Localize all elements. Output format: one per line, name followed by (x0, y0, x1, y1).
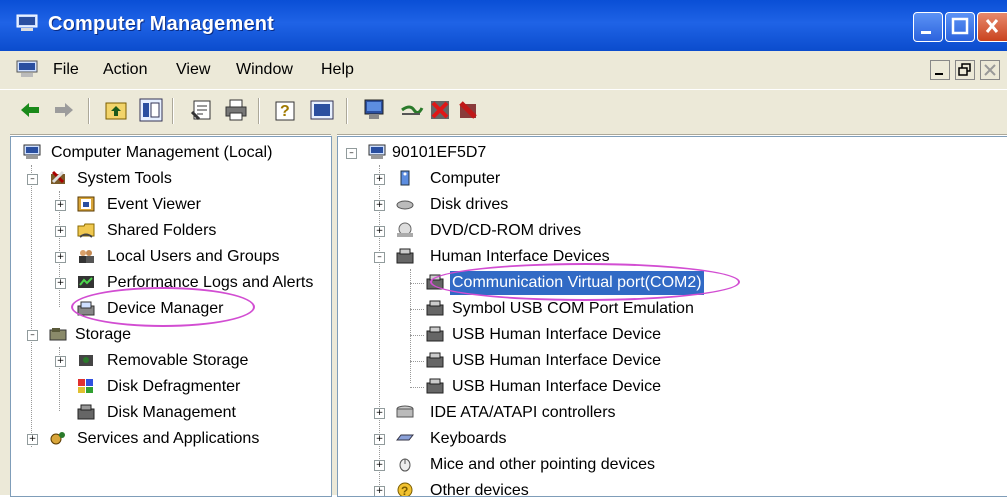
computer-management-icon (16, 14, 38, 31)
child-minimize-button[interactable] (930, 60, 950, 80)
computer-icon (368, 144, 386, 159)
dvd-drive-icon (397, 222, 413, 237)
keyboard-icon (396, 434, 414, 441)
expand-icon[interactable]: + (374, 226, 385, 237)
computer-management-icon (23, 144, 41, 159)
performance-logs-icon (78, 276, 94, 288)
hid-device-icon (426, 326, 444, 342)
expand-icon[interactable]: + (55, 252, 66, 263)
console-tree-pane: Computer Management (Local) – System Too… (10, 136, 332, 497)
expand-icon[interactable]: + (55, 356, 66, 367)
child-restore-button[interactable] (955, 60, 975, 80)
print-icon[interactable] (224, 98, 248, 122)
hid-icon (396, 248, 414, 264)
minimize-button[interactable] (913, 12, 943, 42)
window-title: Computer Management (48, 13, 275, 35)
computer-icon (400, 170, 410, 186)
collapse-icon[interactable]: – (27, 174, 38, 185)
up-level-icon[interactable] (104, 98, 128, 122)
hid-device-icon (426, 352, 444, 368)
disk-defragmenter-icon (78, 379, 93, 393)
expand-icon[interactable]: + (374, 200, 385, 211)
shared-folder-icon (77, 223, 95, 238)
child-close-button[interactable] (980, 60, 1000, 80)
disk-drive-icon (396, 200, 414, 210)
expand-icon[interactable]: + (55, 200, 66, 211)
expand-icon[interactable]: + (374, 486, 385, 496)
menu-bar: File Action View Window Help (0, 51, 1007, 89)
ide-controller-icon (396, 405, 414, 418)
expand-icon[interactable]: + (374, 460, 385, 471)
disk-management-icon (77, 404, 95, 420)
update-driver-icon[interactable] (400, 98, 424, 122)
expand-icon[interactable]: + (374, 434, 385, 445)
device-manager-highlight (71, 287, 255, 327)
close-button[interactable] (977, 12, 1007, 42)
menu-file[interactable]: File (53, 61, 79, 79)
uninstall-icon[interactable] (428, 98, 452, 122)
scan-hardware-icon[interactable] (362, 98, 386, 122)
system-tools-icon (51, 170, 65, 184)
menu-view[interactable]: View (176, 61, 210, 79)
expand-icon[interactable]: + (374, 408, 385, 419)
hid-device-icon (426, 378, 444, 394)
expand-icon[interactable]: + (55, 226, 66, 237)
title-bar[interactable]: Computer Management (0, 0, 1007, 51)
show-hide-action-pane-icon[interactable] (310, 98, 334, 122)
hid-device-icon (426, 300, 444, 316)
com2-highlight (430, 263, 740, 301)
mouse-icon (399, 458, 411, 472)
expand-icon[interactable]: + (374, 174, 385, 185)
collapse-icon[interactable]: – (374, 252, 385, 263)
svg-text:?: ? (401, 484, 408, 497)
help-icon[interactable]: ? (274, 98, 298, 122)
properties-icon[interactable] (190, 98, 214, 122)
removable-storage-icon (79, 355, 93, 366)
show-hide-tree-icon[interactable] (139, 98, 163, 122)
event-viewer-icon (77, 196, 95, 212)
expand-icon[interactable]: + (27, 434, 38, 445)
menu-action[interactable]: Action (103, 61, 147, 79)
storage-icon (49, 328, 67, 341)
users-icon (79, 250, 94, 263)
back-icon[interactable] (18, 98, 42, 122)
disable-device-icon[interactable] (456, 98, 480, 122)
maximize-button[interactable] (945, 12, 975, 42)
forward-icon[interactable] (52, 98, 76, 122)
toolbar: ? (0, 89, 1007, 135)
device-tree-pane: – 90101EF5D7 + Computer + Disk drives + … (337, 136, 1007, 497)
expand-icon[interactable]: + (55, 278, 66, 289)
menu-help[interactable]: Help (321, 61, 354, 79)
app-menu-icon[interactable] (16, 59, 38, 79)
menu-window[interactable]: Window (236, 61, 293, 79)
services-icon (50, 432, 65, 445)
svg-text:?: ? (280, 103, 290, 120)
collapse-icon[interactable]: – (346, 148, 357, 159)
collapse-icon[interactable]: – (27, 330, 38, 341)
